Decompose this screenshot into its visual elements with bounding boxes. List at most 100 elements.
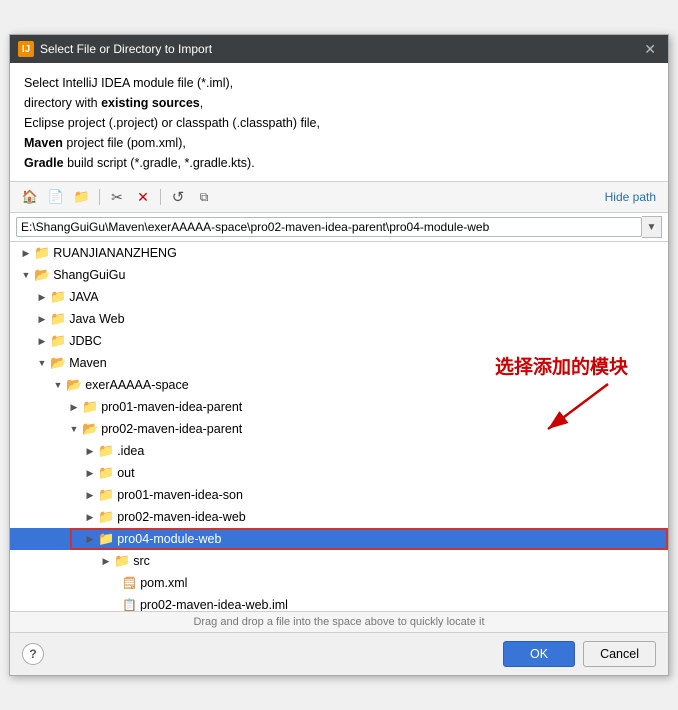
expand-ruanjiananzheng[interactable]: ▶ — [18, 245, 34, 261]
expand-src[interactable]: ▶ — [98, 553, 114, 569]
folder-icon-idea: 📁 — [98, 443, 114, 459]
label-src: src — [133, 554, 150, 568]
action-buttons: OK Cancel — [503, 641, 656, 667]
title-bar: IJ Select File or Directory to Import ✕ — [10, 35, 668, 63]
toolbar-separator1 — [99, 189, 100, 205]
toolbar-delete-btn[interactable]: ✕ — [131, 186, 155, 208]
button-bar: ? OK Cancel — [10, 633, 668, 675]
status-bar: Drag and drop a file into the space abov… — [10, 612, 668, 633]
tree-item-pro02web[interactable]: ▶ 📁 pro02-maven-idea-web — [10, 506, 668, 528]
expand-out[interactable]: ▶ — [82, 465, 98, 481]
label-maven: Maven — [69, 356, 107, 370]
folder-icon-pro01son: 📁 — [98, 487, 114, 503]
tree-item-iml[interactable]: ▶ 📋 pro02-maven-idea-web.iml — [10, 594, 668, 612]
toolbar-newfile-btn[interactable]: 📄 — [44, 186, 68, 208]
folder-icon-pro02web: 📁 — [98, 509, 114, 525]
path-bar: ▼ — [10, 213, 668, 242]
status-text: Drag and drop a file into the space abov… — [193, 616, 484, 628]
expand-pro01[interactable]: ▶ — [66, 399, 82, 415]
toolbar-newfolder-btn[interactable]: 📁 — [70, 186, 94, 208]
toolbar-home-btn[interactable]: 🏠 — [18, 186, 42, 208]
label-iml: pro02-maven-idea-web.iml — [140, 598, 288, 612]
expand-java[interactable]: ▶ — [34, 289, 50, 305]
dialog: IJ Select File or Directory to Import ✕ … — [9, 34, 669, 676]
tree-wrapper: ▶ 📁 RUANJIANANZHENG ▼ 📂 ShangGuiGu ▶ 📁 J… — [10, 242, 668, 612]
label-pro01son: pro01-maven-idea-son — [117, 488, 243, 502]
tree-item-src[interactable]: ▶ 📁 src — [10, 550, 668, 572]
tree-item-pomxml[interactable]: ▶ 🗒 pom.xml — [10, 572, 668, 594]
label-java: JAVA — [69, 290, 98, 304]
folder-icon-pro01: 📁 — [82, 399, 98, 415]
cancel-button[interactable]: Cancel — [583, 641, 656, 667]
tree-item-pro01son[interactable]: ▶ 📁 pro01-maven-idea-son — [10, 484, 668, 506]
folder-icon-out: 📁 — [98, 465, 114, 481]
tree-item-java[interactable]: ▶ 📁 JAVA — [10, 286, 668, 308]
tree-item-maven[interactable]: ▼ 📂 Maven — [10, 352, 668, 374]
folder-icon-src: 📁 — [114, 553, 130, 569]
label-pro01: pro01-maven-idea-parent — [101, 400, 242, 414]
toolbar-separator2 — [160, 189, 161, 205]
file-tree[interactable]: ▶ 📁 RUANJIANANZHENG ▼ 📂 ShangGuiGu ▶ 📁 J… — [10, 242, 668, 612]
ok-button[interactable]: OK — [503, 641, 575, 667]
desc-line3: Eclipse project (.project) or classpath … — [24, 113, 654, 133]
expand-pro02parent[interactable]: ▼ — [66, 421, 82, 437]
folder-icon-java: 📁 — [50, 289, 66, 305]
tree-item-out[interactable]: ▶ 📁 out — [10, 462, 668, 484]
tree-item-pro02parent[interactable]: ▼ 📂 pro02-maven-idea-parent — [10, 418, 668, 440]
expand-pro01son[interactable]: ▶ — [82, 487, 98, 503]
expand-pro04[interactable]: ▶ — [82, 531, 98, 547]
toolbar-refresh-btn[interactable]: ↺ — [166, 186, 190, 208]
hide-path-button[interactable]: Hide path — [601, 188, 660, 206]
path-input[interactable] — [16, 217, 642, 237]
label-javaweb: Java Web — [69, 312, 124, 326]
toolbar-copy-btn[interactable]: ⧉ — [192, 186, 216, 208]
description-area: Select IntelliJ IDEA module file (*.iml)… — [10, 63, 668, 182]
help-button[interactable]: ? — [22, 643, 44, 665]
folder-icon-pro02parent: 📂 — [82, 421, 98, 437]
desc-line1: Select IntelliJ IDEA module file (*.iml)… — [24, 73, 654, 93]
tree-item-javaweb[interactable]: ▶ 📁 Java Web — [10, 308, 668, 330]
desc-line5: Gradle build script (*.gradle, *.gradle.… — [24, 153, 654, 173]
label-shangguigu: ShangGuiGu — [53, 268, 125, 282]
folder-icon-javaweb: 📁 — [50, 311, 66, 327]
expand-shangguigu[interactable]: ▼ — [18, 267, 34, 283]
label-jdbc: JDBC — [69, 334, 102, 348]
toolbar: 🏠 📄 📁 ✂ ✕ ↺ ⧉ Hide path — [10, 182, 668, 213]
path-dropdown-button[interactable]: ▼ — [642, 216, 662, 238]
toolbar-cut-btn[interactable]: ✂ — [105, 186, 129, 208]
folder-icon-exer: 📂 — [66, 377, 82, 393]
tree-item-jdbc[interactable]: ▶ 📁 JDBC — [10, 330, 668, 352]
label-out: out — [117, 466, 134, 480]
expand-exer[interactable]: ▼ — [50, 377, 66, 393]
folder-icon-pro04: 📁 — [98, 531, 114, 547]
maven-file-icon-pom: 🗒 — [122, 576, 137, 590]
label-pro02web: pro02-maven-idea-web — [117, 510, 246, 524]
iml-file-icon: 📋 — [122, 598, 137, 612]
desc-line2: directory with existing sources, — [24, 93, 654, 113]
expand-pro02web[interactable]: ▶ — [82, 509, 98, 525]
desc-line4: Maven project file (pom.xml), — [24, 133, 654, 153]
dialog-title: Select File or Directory to Import — [40, 42, 212, 56]
label-ruanjiananzheng: RUANJIANANZHENG — [53, 246, 177, 260]
label-exer: exerAAAAA-space — [85, 378, 189, 392]
tree-item-pro04[interactable]: ▶ 📁 pro04-module-web — [10, 528, 668, 550]
expand-jdbc[interactable]: ▶ — [34, 333, 50, 349]
folder-icon-jdbc: 📁 — [50, 333, 66, 349]
folder-icon-shangguigu: 📂 — [34, 267, 50, 283]
folder-icon-maven: 📂 — [50, 355, 66, 371]
expand-javaweb[interactable]: ▶ — [34, 311, 50, 327]
label-idea: .idea — [117, 444, 144, 458]
label-pomxml: pom.xml — [140, 576, 187, 590]
label-pro02parent: pro02-maven-idea-parent — [101, 422, 242, 436]
expand-idea[interactable]: ▶ — [82, 443, 98, 459]
label-pro04: pro04-module-web — [117, 532, 221, 546]
folder-icon-ruanjiananzheng: 📁 — [34, 245, 50, 261]
tree-item-ruanjiananzheng[interactable]: ▶ 📁 RUANJIANANZHENG — [10, 242, 668, 264]
tree-item-shangguigu[interactable]: ▼ 📂 ShangGuiGu — [10, 264, 668, 286]
expand-maven[interactable]: ▼ — [34, 355, 50, 371]
title-bar-left: IJ Select File or Directory to Import — [18, 41, 212, 57]
tree-item-exer[interactable]: ▼ 📂 exerAAAAA-space — [10, 374, 668, 396]
tree-item-idea[interactable]: ▶ 📁 .idea — [10, 440, 668, 462]
tree-item-pro01[interactable]: ▶ 📁 pro01-maven-idea-parent — [10, 396, 668, 418]
close-button[interactable]: ✕ — [640, 39, 660, 60]
